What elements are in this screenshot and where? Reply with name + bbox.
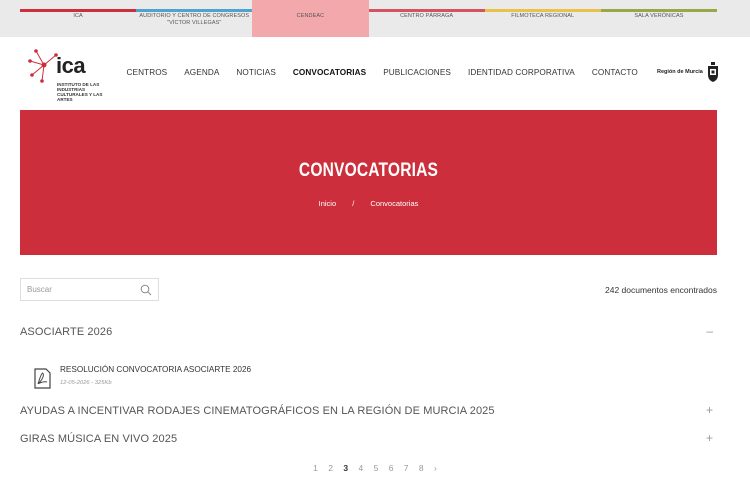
nav-noticias[interactable]: NOTICIAS — [236, 68, 275, 77]
topbar-item-auditorio[interactable]: AUDITORIO Y CENTRO DE CONGRESOS "VÍCTOR … — [136, 0, 253, 37]
page-title: CONVOCATORIAS — [298, 160, 439, 181]
region-murcia-logo[interactable]: Región de Murcia — [657, 62, 719, 82]
breadcrumb-separator: / — [352, 199, 355, 208]
page-link[interactable]: 4 — [358, 463, 363, 473]
breadcrumb-home[interactable]: Inicio — [319, 199, 337, 208]
search-box — [20, 278, 159, 301]
nav-agenda[interactable]: AGENDA — [184, 68, 219, 77]
topbar-item-label: AUDITORIO Y CENTRO DE CONGRESOS "VÍCTOR … — [139, 13, 250, 26]
topbar-item-ica[interactable]: ICA — [20, 0, 137, 37]
page-hero: CONVOCATORIAS Inicio / Convocatorias — [20, 110, 717, 255]
search-input[interactable] — [21, 279, 136, 300]
accordion-title[interactable]: ASOCIARTE 2026 — [20, 326, 717, 338]
accordion-section-rodajes[interactable]: AYUDAS A INCENTIVAR RODAJES CINEMATOGRÁF… — [20, 404, 717, 417]
pagination: 1 2 3 4 5 6 7 8 › — [0, 463, 750, 473]
page-link[interactable]: 7 — [404, 463, 409, 473]
breadcrumb: Inicio / Convocatorias — [20, 199, 717, 208]
logo-subtitle: INSTITUTO DE LAS INDUSTRIAS CULTURALES Y… — [57, 82, 103, 102]
main-nav: CENTROS AGENDA NOTICIAS CONVOCATORIAS PU… — [118, 68, 646, 77]
topbar-item-label: CENDEAC — [296, 13, 325, 19]
expand-icon[interactable]: + — [706, 432, 713, 444]
nav-identidad-corporativa[interactable]: IDENTIDAD CORPORATIVA — [468, 68, 575, 77]
topbar-item-sala-veronicas[interactable]: SALA VERÓNICAS — [600, 0, 718, 37]
topbar-item-label: SALA VERÓNICAS — [634, 13, 684, 19]
topbar-item-label: FILMOTECA REGIONAL — [511, 13, 575, 19]
topbar-item-cendeac[interactable]: CENDEAC — [252, 0, 369, 37]
collapse-icon[interactable]: – — [706, 325, 713, 337]
topbar-item-label: CENTRO PÁRRAGA — [400, 13, 454, 19]
search-icon[interactable] — [140, 284, 152, 296]
page-link[interactable]: 8 — [419, 463, 424, 473]
expand-icon[interactable]: + — [706, 404, 713, 416]
accordion-section-giras[interactable]: GIRAS MÚSICA EN VIVO 2025 + — [20, 432, 717, 445]
document-title[interactable]: RESOLUCIÓN CONVOCATORIA ASOCIARTE 2026 — [60, 365, 251, 374]
page-link[interactable]: 1 — [313, 463, 318, 473]
nav-centros[interactable]: CENTROS — [127, 68, 168, 77]
accordion-title[interactable]: GIRAS MÚSICA EN VIVO 2025 — [20, 433, 717, 445]
page-link-current[interactable]: 3 — [343, 463, 348, 473]
coat-of-arms-icon — [707, 62, 718, 82]
institutions-bar: ICA AUDITORIO Y CENTRO DE CONGRESOS "VÍC… — [0, 0, 750, 37]
site-header: ica INSTITUTO DE LAS INDUSTRIAS CULTURAL… — [0, 37, 750, 110]
page-link[interactable]: 6 — [389, 463, 394, 473]
topbar-item-filmoteca[interactable]: FILMOTECA REGIONAL — [484, 0, 601, 37]
next-page-icon[interactable]: › — [434, 463, 437, 473]
topbar-item-label: ICA — [73, 13, 83, 19]
region-name: Región de Murcia — [657, 69, 703, 75]
topbar-color-bar — [20, 9, 137, 12]
topbar-item-centro-parraga[interactable]: CENTRO PÁRRAGA — [368, 0, 485, 37]
pdf-icon — [34, 368, 51, 389]
nav-contacto[interactable]: CONTACTO — [592, 68, 638, 77]
results-count: 242 documentos encontrados — [605, 285, 717, 295]
ica-logo[interactable]: ica INSTITUTO DE LAS INDUSTRIAS CULTURAL… — [28, 45, 118, 103]
topbar-color-bar — [136, 9, 253, 12]
page-link[interactable]: 5 — [374, 463, 379, 473]
nav-convocatorias[interactable]: CONVOCATORIAS — [293, 68, 366, 77]
topbar-color-bar — [600, 9, 718, 12]
accordion-section-asociarte[interactable]: ASOCIARTE 2026 – — [20, 325, 717, 338]
page-link[interactable]: 2 — [328, 463, 333, 473]
logo-wordmark: ica — [56, 53, 86, 78]
topbar-color-bar — [484, 9, 601, 12]
nav-publicaciones[interactable]: PUBLICACIONES — [383, 68, 451, 77]
topbar-color-bar — [368, 9, 485, 12]
document-meta: 12-05-2026 - 325Kb — [60, 380, 112, 386]
breadcrumb-current: Convocatorias — [370, 199, 419, 208]
accordion-title[interactable]: AYUDAS A INCENTIVAR RODAJES CINEMATOGRÁF… — [20, 405, 717, 417]
